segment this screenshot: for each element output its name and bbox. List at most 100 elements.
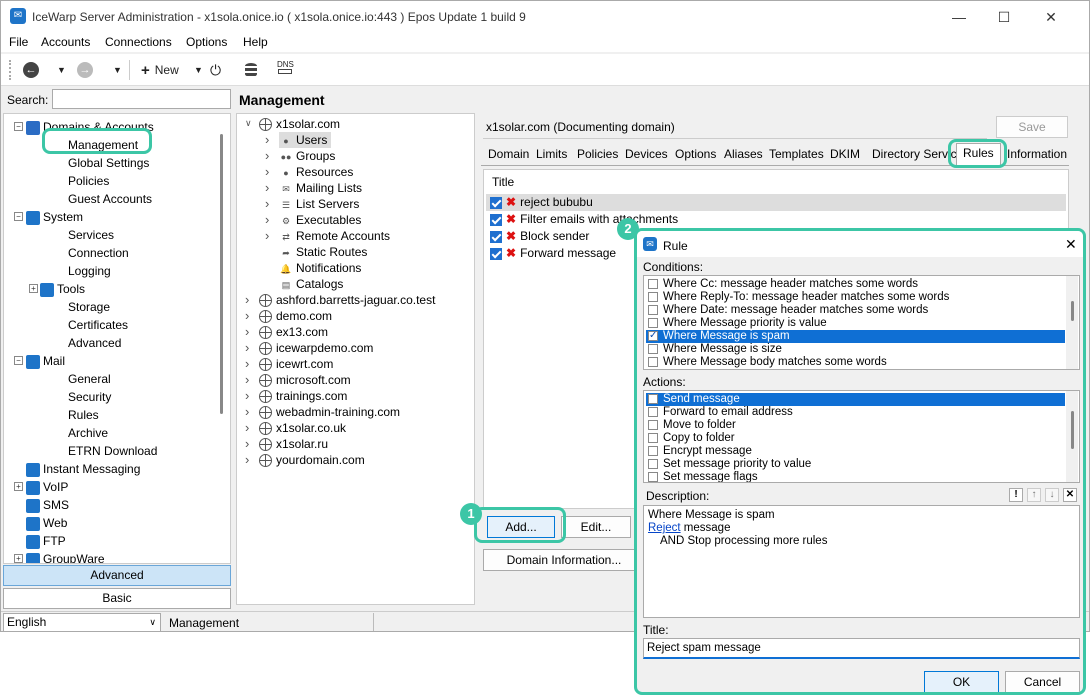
tree-item-ftp[interactable]: FTP bbox=[26, 532, 66, 550]
rule-row[interactable]: ✖ Block sender bbox=[490, 228, 589, 245]
tree-item-groupware[interactable]: GroupWare bbox=[26, 550, 105, 563]
maximize-button[interactable]: ☐ bbox=[984, 5, 1024, 29]
tree-item-tools[interactable]: Tools bbox=[40, 280, 85, 298]
tree-item-instant-messaging[interactable]: Instant Messaging bbox=[26, 460, 140, 478]
chevron-right-icon[interactable]: › bbox=[265, 148, 269, 163]
domain-child-executables[interactable]: ⚙ Executables bbox=[279, 212, 361, 228]
chevron-right-icon[interactable]: › bbox=[245, 292, 249, 307]
tree-item-security[interactable]: Security bbox=[68, 388, 111, 406]
edit-rule-button[interactable]: Edit... bbox=[561, 516, 631, 538]
power-button[interactable]: ⏻ bbox=[210, 60, 221, 80]
action-checkbox[interactable] bbox=[648, 394, 658, 404]
tab-options[interactable]: Options bbox=[669, 145, 723, 165]
forward-dropdown-icon[interactable]: ▼ bbox=[113, 60, 122, 80]
dns-button[interactable]: DNS bbox=[277, 60, 294, 80]
tree-item-policies[interactable]: Policies bbox=[68, 172, 109, 190]
domain-webadmin-training-com[interactable]: webadmin-training.com bbox=[259, 404, 400, 420]
domain-icewrt-com[interactable]: icewrt.com bbox=[259, 356, 333, 372]
condition-item[interactable]: Where Message body matches some words bbox=[646, 356, 1065, 369]
move-down-button[interactable]: ↓ bbox=[1045, 488, 1059, 502]
domain-microsoft-com[interactable]: microsoft.com bbox=[259, 372, 351, 388]
condition-item[interactable]: Where Reply-To: message header matches s… bbox=[646, 291, 1065, 304]
condition-item[interactable]: Where Date: message header matches some … bbox=[646, 304, 1065, 317]
tree-item-connection[interactable]: Connection bbox=[68, 244, 129, 262]
action-checkbox[interactable] bbox=[648, 472, 658, 482]
tab-domain[interactable]: Domain bbox=[482, 145, 536, 165]
action-checkbox[interactable] bbox=[648, 446, 658, 456]
condition-checkbox[interactable] bbox=[648, 279, 658, 289]
close-window-button[interactable]: ✕ bbox=[1031, 5, 1071, 29]
domain-x1solar-co-uk[interactable]: x1solar.co.uk bbox=[259, 420, 346, 436]
actions-scroll-thumb[interactable] bbox=[1071, 411, 1074, 449]
chevron-right-icon[interactable]: › bbox=[245, 404, 249, 419]
condition-item[interactable]: Where Message is size bbox=[646, 343, 1065, 356]
chevron-down-icon[interactable]: ∨ bbox=[245, 118, 252, 129]
actions-scrollbar[interactable] bbox=[1066, 391, 1078, 482]
tab-devices[interactable]: Devices bbox=[619, 145, 674, 165]
tree-item-logging[interactable]: Logging bbox=[68, 262, 111, 280]
reject-link[interactable]: Reject bbox=[648, 522, 681, 534]
dialog-close-button[interactable]: ✕ bbox=[1065, 236, 1077, 253]
new-dropdown-icon[interactable]: ▼ bbox=[194, 60, 203, 80]
search-input[interactable] bbox=[52, 89, 231, 109]
domain-information-button[interactable]: Domain Information... bbox=[483, 549, 645, 571]
domain-child-resources[interactable]: ● Resources bbox=[279, 164, 353, 180]
action-item[interactable]: Set message flags bbox=[646, 471, 1065, 482]
domain-root[interactable]: x1solar.com bbox=[259, 116, 340, 132]
domain-child-remote-accounts[interactable]: ⇄ Remote Accounts bbox=[279, 228, 390, 244]
tree-item-voip[interactable]: VoIP bbox=[26, 478, 68, 496]
back-dropdown-icon[interactable]: ▼ bbox=[57, 60, 66, 80]
condition-item[interactable]: Where Cc: message header matches some wo… bbox=[646, 278, 1065, 291]
tree-expander-icon[interactable]: + bbox=[14, 482, 23, 491]
tab-templates[interactable]: Templates bbox=[763, 145, 830, 165]
minimize-button[interactable]: — bbox=[939, 5, 979, 29]
domain-demo-com[interactable]: demo.com bbox=[259, 308, 332, 324]
tree-item-archive[interactable]: Archive bbox=[68, 424, 108, 442]
tree-item-global-settings[interactable]: Global Settings bbox=[68, 154, 149, 172]
tree-item-advanced[interactable]: Advanced bbox=[68, 334, 121, 352]
chevron-right-icon[interactable]: › bbox=[265, 196, 269, 211]
domain-trainings-com[interactable]: trainings.com bbox=[259, 388, 347, 404]
rule-row[interactable]: ✖ Filter emails with attachments bbox=[490, 211, 678, 228]
action-item[interactable]: Encrypt message bbox=[646, 445, 1065, 458]
domain-yourdomain-com[interactable]: yourdomain.com bbox=[259, 452, 365, 468]
chevron-right-icon[interactable]: › bbox=[245, 372, 249, 387]
chevron-right-icon[interactable]: › bbox=[245, 436, 249, 451]
tree-item-general[interactable]: General bbox=[68, 370, 111, 388]
chevron-right-icon[interactable]: › bbox=[245, 420, 249, 435]
chevron-right-icon[interactable]: › bbox=[265, 164, 269, 179]
domain-ex13-com[interactable]: ex13.com bbox=[259, 324, 328, 340]
menu-accounts[interactable]: Accounts bbox=[41, 35, 90, 49]
menu-connections[interactable]: Connections bbox=[105, 35, 172, 49]
rule-checkbox[interactable] bbox=[490, 230, 502, 243]
basic-mode-button[interactable]: Basic bbox=[3, 588, 231, 609]
domain-child-static-routes[interactable]: ➦ Static Routes bbox=[279, 244, 367, 260]
chevron-right-icon[interactable]: › bbox=[265, 132, 269, 147]
save-button[interactable]: Save bbox=[996, 116, 1068, 138]
ok-button[interactable]: OK bbox=[924, 671, 999, 692]
chevron-right-icon[interactable]: › bbox=[265, 180, 269, 195]
rule-row[interactable]: ✖ reject bububu bbox=[486, 194, 1066, 211]
domain-child-users[interactable]: ● Users bbox=[279, 132, 332, 148]
condition-checkbox[interactable] bbox=[648, 344, 658, 354]
forward-button[interactable]: → bbox=[77, 60, 93, 80]
tree-item-web[interactable]: Web bbox=[26, 514, 67, 532]
domain-child-groups[interactable]: ●● Groups bbox=[279, 148, 336, 164]
tree-item-system[interactable]: System bbox=[26, 208, 83, 226]
action-item[interactable]: Send message bbox=[646, 393, 1065, 406]
domain-ashford-barretts-jaguar-co-test[interactable]: ashford.barretts-jaguar.co.test bbox=[259, 292, 435, 308]
delete-action-button[interactable]: ✕ bbox=[1063, 488, 1077, 502]
tab-limits[interactable]: Limits bbox=[530, 145, 574, 165]
database-button[interactable] bbox=[245, 60, 257, 80]
menu-help[interactable]: Help bbox=[243, 35, 268, 49]
tree-item-guest-accounts[interactable]: Guest Accounts bbox=[68, 190, 152, 208]
rule-row[interactable]: ✖ Forward message bbox=[490, 245, 616, 262]
action-item[interactable]: Copy to folder bbox=[646, 432, 1065, 445]
new-button[interactable]: + New bbox=[141, 60, 179, 80]
domain-child-catalogs[interactable]: ▤ Catalogs bbox=[279, 276, 344, 292]
domain-child-list-servers[interactable]: ☰ List Servers bbox=[279, 196, 359, 212]
tree-item-certificates[interactable]: Certificates bbox=[68, 316, 128, 334]
chevron-right-icon[interactable]: › bbox=[245, 340, 249, 355]
column-header-title[interactable]: Title bbox=[492, 175, 514, 189]
chevron-right-icon[interactable]: › bbox=[245, 452, 249, 467]
